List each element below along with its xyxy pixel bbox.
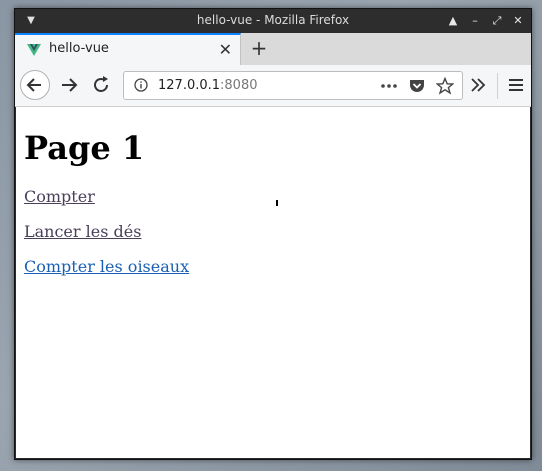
- bookmark-star-icon[interactable]: [436, 77, 454, 95]
- tab-bar: hello-vue ✕ +: [15, 33, 531, 65]
- overflow-icon[interactable]: [467, 74, 489, 96]
- restore-icon[interactable]: –: [467, 13, 483, 29]
- vue-favicon-icon: [27, 44, 41, 56]
- link-compter[interactable]: Compter: [24, 187, 95, 206]
- tab-close-icon[interactable]: ✕: [219, 40, 232, 59]
- maximize-icon[interactable]: ⤢: [489, 13, 505, 29]
- firefox-window: ▼ hello-vue - Mozilla Firefox ▲ – ⤢ ✕ he…: [14, 8, 532, 460]
- url-text[interactable]: 127.0.0.1:8080: [158, 78, 258, 93]
- title-bar: ▼ hello-vue - Mozilla Firefox ▲ – ⤢ ✕: [15, 9, 531, 33]
- page-heading: Page 1: [24, 129, 145, 167]
- hamburger-menu-icon[interactable]: [505, 74, 527, 96]
- forward-icon[interactable]: [58, 74, 80, 96]
- info-icon[interactable]: [134, 78, 148, 92]
- pocket-icon[interactable]: [408, 77, 426, 95]
- page-content: Page 1 Compter Lancer les dés Compter le…: [16, 107, 530, 458]
- back-icon: [26, 78, 41, 92]
- tab-hello-vue[interactable]: hello-vue ✕: [15, 33, 241, 65]
- back-button[interactable]: [20, 70, 50, 100]
- new-tab-icon[interactable]: +: [247, 36, 271, 60]
- tab-title: hello-vue: [49, 41, 109, 56]
- address-bar[interactable]: 127.0.0.1:8080: [123, 71, 463, 100]
- toolbar-separator: [497, 73, 498, 99]
- link-compter-les-oiseaux[interactable]: Compter les oiseaux: [24, 257, 189, 276]
- close-icon[interactable]: ✕: [510, 13, 526, 29]
- link-lancer-les-des[interactable]: Lancer les dés: [24, 222, 141, 241]
- text-cursor: [276, 200, 278, 206]
- reload-icon[interactable]: [90, 74, 112, 96]
- page-actions-icon[interactable]: [380, 77, 398, 95]
- minimize-icon[interactable]: ▲: [445, 13, 461, 29]
- navigation-toolbar: 127.0.0.1:8080: [15, 65, 531, 107]
